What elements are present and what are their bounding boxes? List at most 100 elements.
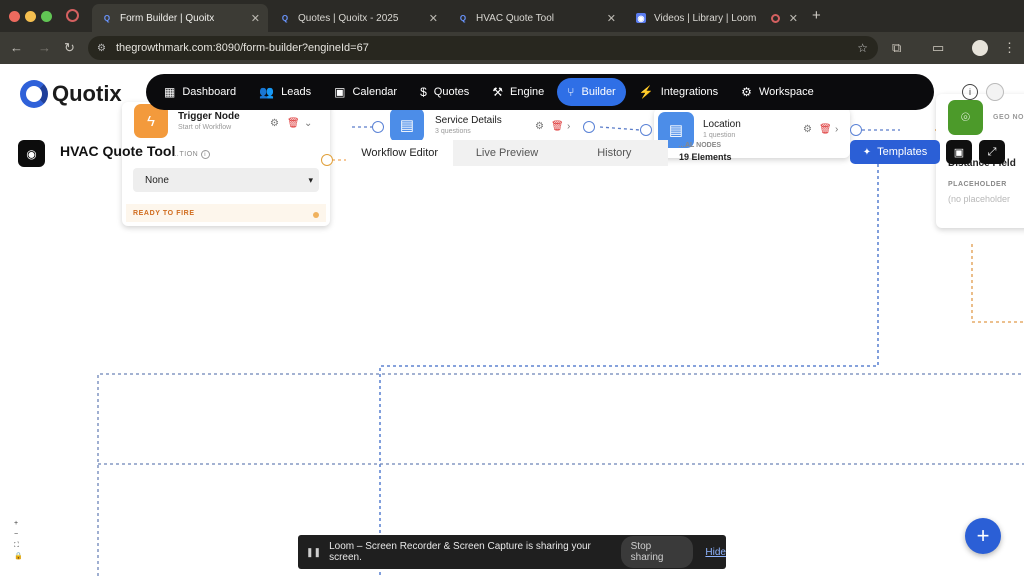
url-field[interactable]: ⚙ thegrowthmark.com:8090/form-builder?en… (88, 36, 878, 60)
fullscreen-button[interactable]: ⤢ (979, 140, 1005, 164)
nav-calendar[interactable]: ▣ Calendar (324, 78, 407, 106)
sparkle-icon: ✦ (862, 146, 872, 158)
location-output-port[interactable] (850, 124, 862, 136)
trigger-output-port[interactable] (321, 154, 333, 166)
browser-tab-bar: Q Form Builder | Quoitx ✕ Q Quotes | Quo… (0, 0, 1024, 32)
settings-icon[interactable]: ⚙ (803, 124, 812, 135)
main-nav: ▦ Dashboard 👥 Leads ▣ Calendar $ Quotes … (146, 74, 934, 110)
close-icon[interactable]: ✕ (789, 12, 798, 25)
zoom-in-button[interactable]: + (14, 518, 23, 529)
trigger-status: READY TO FIRE (133, 210, 195, 217)
trash-icon[interactable]: 🗑 (551, 121, 564, 132)
tab-live-preview[interactable]: Live Preview (453, 140, 560, 166)
stop-sharing-button[interactable]: Stop sharing (620, 536, 694, 568)
trigger-field-label: …TION i (172, 150, 210, 159)
reload-icon[interactable]: ↻ (64, 40, 75, 56)
nav-quotes[interactable]: $ Quotes (410, 78, 479, 106)
save-icon: ▣ (953, 146, 965, 159)
grid-icon: ▦ (164, 85, 176, 99)
chevron-right-icon[interactable]: › (567, 121, 570, 132)
status-dot (313, 212, 319, 218)
users-icon: 👥 (259, 85, 275, 99)
logo-text: Quotix (52, 81, 122, 106)
nav-label: Calendar (352, 86, 398, 98)
chevron-right-icon[interactable]: › (835, 124, 838, 135)
bookmark-star-icon[interactable]: ☆ (857, 41, 868, 55)
trigger-node-title: Trigger Node (178, 111, 240, 122)
connector-service-out (599, 126, 641, 131)
loom-message: Loom – Screen Recorder & Screen Capture … (329, 541, 591, 563)
recording-indicator-icon (771, 13, 780, 23)
calendar-icon: ▣ (334, 85, 346, 99)
nav-label: Quotes (433, 86, 470, 98)
extensions-icon[interactable]: ⧉ (892, 40, 901, 56)
nav-integrations[interactable]: ⚡ Integrations (629, 78, 728, 106)
site-settings-icon[interactable]: ⚙ (97, 43, 106, 54)
nav-leads[interactable]: 👥 Leads (249, 78, 321, 106)
hide-link[interactable]: Hide (705, 547, 726, 558)
save-button[interactable]: ▣ (946, 140, 972, 164)
fit-view-button[interactable]: ⛶ (14, 540, 23, 551)
location-stats-value: 19 Elements (679, 152, 732, 162)
loom-record-icon[interactable] (66, 9, 79, 22)
close-icon[interactable]: ✕ (251, 12, 260, 25)
service-output-port[interactable] (583, 121, 595, 133)
settings-icon[interactable]: ⚙ (535, 121, 544, 132)
cast-icon[interactable]: ▭ (932, 40, 944, 56)
service-node-title: Service Details (435, 115, 502, 126)
close-icon[interactable]: ✕ (429, 12, 438, 25)
close-icon[interactable]: ✕ (607, 12, 616, 25)
map-pin-icon: ⌾ (948, 100, 983, 135)
quotix-icon: Q (459, 13, 467, 23)
info-icon[interactable]: i (962, 84, 978, 100)
loom-sharing-bar: ❚❚ Loom – Screen Recorder & Screen Captu… (298, 535, 726, 569)
eye-icon[interactable]: ◉ (18, 140, 45, 167)
settings-icon[interactable]: ⚙ (270, 118, 279, 129)
pause-icon[interactable]: ❚❚ (306, 547, 321, 558)
user-avatar[interactable] (986, 83, 1004, 101)
nav-engine[interactable]: ⚒ Engine (482, 78, 554, 106)
zoom-out-button[interactable]: − (14, 529, 23, 540)
nav-label: Builder (581, 86, 616, 98)
forward-icon[interactable]: → (38, 40, 51, 55)
connector-geo-out (971, 244, 1024, 323)
plug-icon: ⚡ (638, 85, 654, 99)
quotix-logo[interactable]: Quotix (20, 80, 122, 108)
editor-tabs: Workflow Editor Live Preview History (346, 140, 668, 166)
maximize-window-button[interactable] (41, 11, 52, 22)
trash-icon[interactable]: 🗑 (287, 118, 300, 129)
engine-icon: ⚒ (492, 85, 504, 99)
tab-workflow-editor[interactable]: Workflow Editor (346, 140, 454, 166)
templates-button[interactable]: ✦ Templates (850, 140, 940, 164)
trigger-node-subtitle: Start of Workflow (178, 124, 232, 131)
tab-loom-library[interactable]: ◉ Videos | Library | Loom ✕ (626, 4, 806, 32)
chevron-down-icon[interactable]: ⌄ (304, 118, 312, 129)
add-node-button[interactable]: + (965, 518, 1001, 554)
quotix-icon: Q (281, 13, 289, 23)
chevron-down-icon: ▾ (308, 174, 313, 185)
nav-workspace[interactable]: ⚙ Workspace (731, 78, 824, 106)
location-input-port[interactable] (640, 124, 652, 136)
tab-hvac-quote-tool[interactable]: Q HVAC Quote Tool ✕ (448, 4, 624, 32)
tab-history[interactable]: History (561, 140, 668, 166)
tab-form-builder[interactable]: Q Form Builder | Quoitx ✕ (92, 4, 268, 32)
more-menu-icon[interactable]: ⋮ (1003, 40, 1016, 56)
new-tab-icon[interactable]: + (812, 7, 821, 24)
trigger-select[interactable]: None ▾ (133, 168, 319, 192)
zoom-controls: + − ⛶ 🔒 (14, 518, 23, 562)
minimize-window-button[interactable] (25, 11, 36, 22)
close-window-button[interactable] (9, 11, 20, 22)
builder-icon: ⑂ (567, 85, 575, 99)
profile-avatar[interactable] (972, 40, 988, 56)
service-input-port[interactable] (372, 121, 384, 133)
tab-quotes[interactable]: Q Quotes | Quoitx - 2025 ✕ (270, 4, 446, 32)
nav-builder[interactable]: ⑂ Builder (557, 78, 626, 106)
document-icon: ▤ (390, 108, 424, 142)
lock-button[interactable]: 🔒 (14, 551, 23, 562)
location-stats-label: …AL NODES (678, 142, 722, 149)
trash-icon[interactable]: 🗑 (819, 124, 832, 135)
plus-icon: + (976, 523, 990, 548)
geo-node-header: GEO NO (993, 114, 1024, 121)
nav-dashboard[interactable]: ▦ Dashboard (154, 78, 246, 106)
back-icon[interactable]: ← (10, 40, 23, 55)
